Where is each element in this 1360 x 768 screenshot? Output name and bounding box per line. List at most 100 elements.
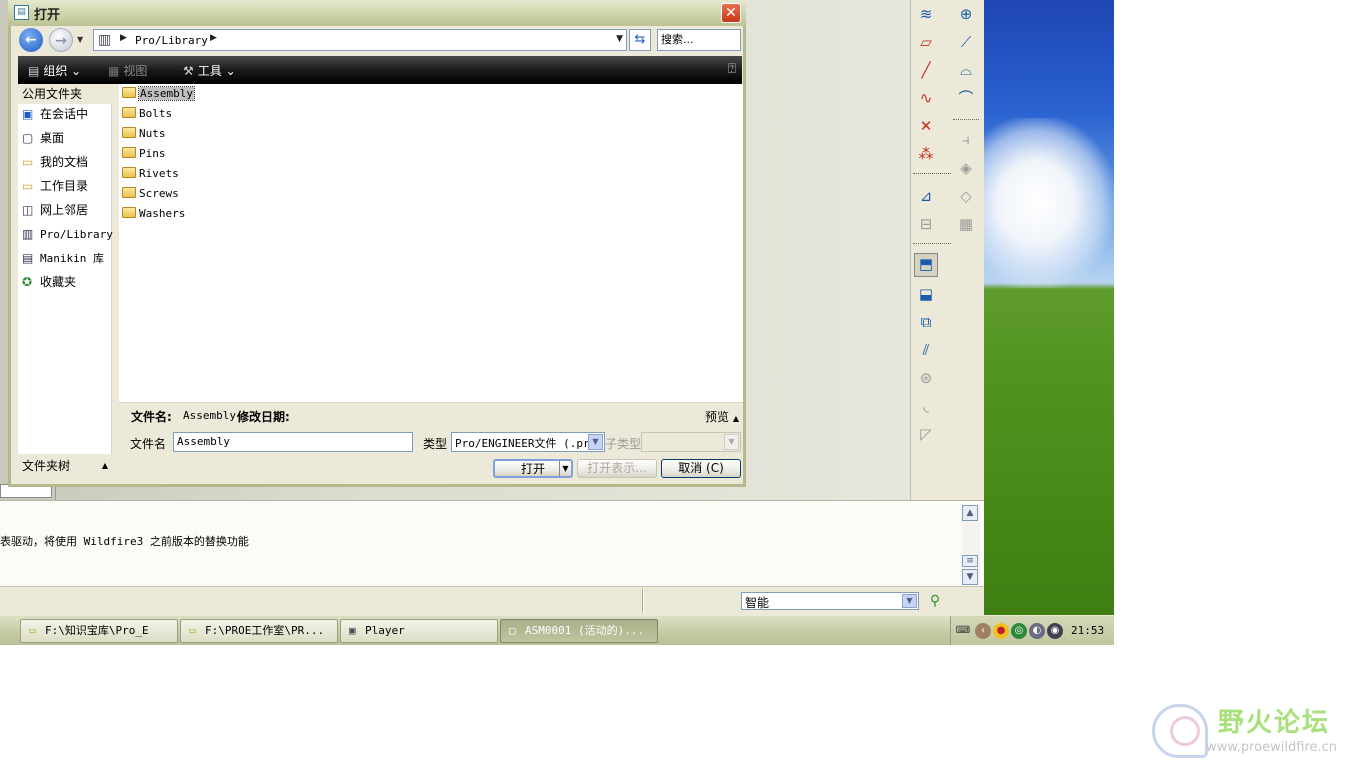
address-bar[interactable]: ▥ ▶ Pro/Library ▶ ▼ xyxy=(93,29,627,51)
datum-line-icon[interactable]: ╱ xyxy=(915,59,937,81)
intersect-icon[interactable]: ◇ xyxy=(955,185,977,207)
taskbar-item-folder-1[interactable]: ▭ F:\知识宝库\Pro_E xyxy=(20,619,178,643)
boundary-blend-icon[interactable]: ⌒ xyxy=(955,87,977,109)
taskbar-item-player[interactable]: ▣ Player xyxy=(340,619,498,643)
list-item-screws[interactable]: Screws xyxy=(122,185,179,203)
preview-toggle[interactable]: 预览 ▲ xyxy=(705,408,739,425)
desktop-icon: ▢ xyxy=(22,131,34,145)
network-tray-icon[interactable]: ◐ xyxy=(1029,623,1045,639)
keyboard-icon[interactable]: ⌨ xyxy=(955,623,971,639)
selection-filter-select[interactable]: 智能 ▼ xyxy=(741,592,919,610)
list-item-washers[interactable]: Washers xyxy=(122,205,185,223)
address-dropdown-icon[interactable]: ▼ xyxy=(616,34,623,44)
list-item-bolts[interactable]: Bolts xyxy=(122,105,172,123)
tray-chevron-icon[interactable]: ‹ xyxy=(975,623,991,639)
round-icon[interactable]: ◟ xyxy=(915,395,937,417)
breadcrumb-arrow-icon[interactable]: ▶ xyxy=(120,33,127,43)
search-input[interactable]: 搜索... xyxy=(657,29,741,51)
sidebar-item-favorites[interactable]: ✪ 收藏夹 xyxy=(22,272,76,292)
point-offset-icon[interactable]: ⁂ xyxy=(915,143,937,165)
list-item-pins[interactable]: Pins xyxy=(122,145,166,163)
merge-icon[interactable]: ◈ xyxy=(955,157,977,179)
sidebar-item-network[interactable]: ◫ 网上邻居 xyxy=(22,200,88,220)
toolbar-separator xyxy=(913,243,951,244)
cable-icon[interactable]: ⫽ xyxy=(915,339,937,361)
scroll-thumb[interactable]: ≡ xyxy=(962,555,978,567)
datum-plane-icon[interactable]: ▱ xyxy=(915,31,937,53)
filename-input[interactable]: Assembly xyxy=(173,432,413,452)
tools-menu[interactable]: ⚒ 工具 ⌄ xyxy=(183,62,236,79)
sidebar-item-label: 我的文档 xyxy=(40,155,89,169)
create-component-icon[interactable]: ⬓ xyxy=(915,283,937,305)
qq-penguin-icon[interactable]: ● xyxy=(993,623,1009,639)
watermark-logo-inner-icon xyxy=(1170,716,1200,746)
datum-axis-icon[interactable]: ⊕ xyxy=(955,3,977,25)
list-item-assembly[interactable]: Assembly xyxy=(122,85,195,103)
surface-icon[interactable]: ⌓ xyxy=(955,59,977,81)
sidebar-item-in-session[interactable]: ▣ 在会话中 xyxy=(22,104,88,124)
sidebar-item-manikin-library[interactable]: ▤ Manikin 库 xyxy=(22,248,104,268)
open-options-dropdown-icon[interactable]: ▼ xyxy=(559,461,571,476)
analysis-icon[interactable]: ⊿ xyxy=(915,185,937,207)
chevron-down-icon[interactable]: ▼ xyxy=(588,434,603,450)
organize-menu[interactable]: ▤ 组织 ⌄ xyxy=(28,62,81,79)
manikin-icon: ▤ xyxy=(22,251,34,265)
open-button-label: 打开 xyxy=(520,462,545,476)
list-item-rivets[interactable]: Rivets xyxy=(122,165,179,183)
file-type-select[interactable]: Pro/ENGINEER文件 (.prt ▼ xyxy=(451,432,605,452)
tools-icon: ⚒ xyxy=(183,64,194,78)
list-item-nuts[interactable]: Nuts xyxy=(122,125,166,143)
chevron-down-icon[interactable]: ▼ xyxy=(902,594,917,608)
dialog-title: 打开 xyxy=(34,8,61,23)
open-button[interactable]: 打开 ▼ xyxy=(493,459,573,478)
organize-icon: ▤ xyxy=(28,64,40,78)
history-dropdown-icon[interactable]: ▼ xyxy=(77,35,83,44)
scroll-up-icon[interactable]: ▲ xyxy=(962,505,978,521)
close-button[interactable]: ✕ xyxy=(721,3,741,23)
refresh-button[interactable]: ⇆ xyxy=(629,29,651,51)
mirror-icon[interactable]: ⫞ xyxy=(955,129,977,151)
message-text: 表驱动，将使用 Wildfire3 之前版本的替换功能 xyxy=(0,535,249,548)
sketch-wave-icon[interactable]: ≋ xyxy=(915,3,937,25)
address-path[interactable]: Pro/Library xyxy=(135,34,208,47)
sidebar-item-desktop[interactable]: ▢ 桌面 xyxy=(22,128,64,148)
datum-point-icon[interactable]: ✕ xyxy=(915,115,937,137)
folder-tree-toggle[interactable]: 文件夹树 ▲ xyxy=(18,455,112,477)
clock[interactable]: 21:53 xyxy=(1071,624,1104,637)
taskbar-item-folder-2[interactable]: ▭ F:\PROE工作室\PR... xyxy=(180,619,338,643)
chamfer-icon[interactable]: ◸ xyxy=(915,423,937,445)
back-button[interactable]: ← xyxy=(19,28,43,52)
pattern-icon[interactable]: ▦ xyxy=(955,213,977,235)
taskbar-item-label: F:\知识宝库\Pro_E xyxy=(45,624,149,637)
subtype-select: ▼ xyxy=(641,432,741,452)
video-camera-icon: ▣ xyxy=(349,624,356,637)
sidebar-item-working-directory[interactable]: ▭ 工作目录 xyxy=(22,176,88,196)
package-icon[interactable]: ⧉ xyxy=(915,311,937,333)
scroll-down-icon[interactable]: ▼ xyxy=(962,569,978,585)
help-icon[interactable]: ⍰ xyxy=(728,61,736,77)
explode-icon[interactable]: ⊛ xyxy=(915,367,937,389)
views-menu[interactable]: ▦ 视图 xyxy=(108,62,147,79)
taskbar-item-asm0001[interactable]: ▢ ASM0001 (活动的)... xyxy=(500,619,658,643)
breadcrumb-arrow-icon[interactable]: ▶ xyxy=(210,33,217,43)
datum-csys-icon[interactable]: ⟋ xyxy=(955,31,977,53)
forward-button[interactable]: → xyxy=(49,28,73,52)
antivirus-icon[interactable]: ◎ xyxy=(1011,623,1027,639)
folder-icon xyxy=(122,147,136,158)
eye-tray-icon[interactable]: ◉ xyxy=(1047,623,1063,639)
datum-curve-icon[interactable]: ∿ xyxy=(915,87,937,109)
assemble-icon[interactable]: ⬒ xyxy=(914,253,938,277)
folder-tree-label: 文件夹树 xyxy=(22,459,71,473)
folder-icon xyxy=(122,207,136,218)
selection-filter-value: 智能 xyxy=(745,596,770,610)
sidebar-item-pro-library[interactable]: ▥ Pro/Library xyxy=(22,224,113,244)
message-scrollbar[interactable]: ▲ ≡ ▼ xyxy=(962,505,980,585)
message-area: 表驱动，将使用 Wildfire3 之前版本的替换功能 ▲ ≡ ▼ xyxy=(0,500,984,586)
list-item-label: Screws xyxy=(139,187,179,200)
sidebar-item-my-documents[interactable]: ▭ 我的文档 xyxy=(22,152,88,172)
dialog-title-bar[interactable]: ▤ 打开 ✕ xyxy=(8,0,746,26)
arrow-left-icon: ← xyxy=(25,32,37,48)
relation-icon[interactable]: ⊟ xyxy=(915,213,937,235)
cancel-button[interactable]: 取消 (C) xyxy=(661,459,741,478)
sidebar-item-label: 在会话中 xyxy=(40,107,89,121)
